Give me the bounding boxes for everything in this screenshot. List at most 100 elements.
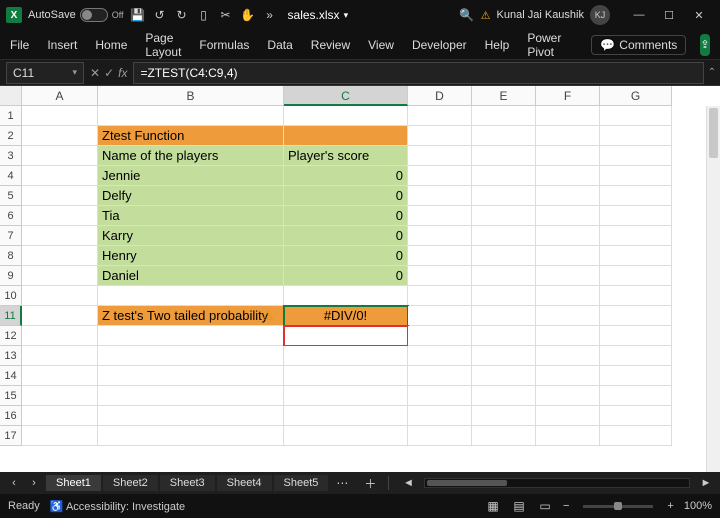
column-header-C[interactable]: C xyxy=(284,86,408,106)
cell-C1[interactable] xyxy=(284,106,408,126)
sheet-tab-sheet3[interactable]: Sheet3 xyxy=(160,475,215,491)
cell-C15[interactable] xyxy=(284,386,408,406)
cell-B2[interactable]: Ztest Function xyxy=(98,126,284,146)
cell-E3[interactable] xyxy=(472,146,536,166)
cell-A6[interactable] xyxy=(22,206,98,226)
ribbon-tab-data[interactable]: Data xyxy=(265,34,294,56)
cell-A4[interactable] xyxy=(22,166,98,186)
cell-D10[interactable] xyxy=(408,286,472,306)
cell-D3[interactable] xyxy=(408,146,472,166)
share-button[interactable]: ⇪ xyxy=(700,34,709,56)
sheet-tab-sheet5[interactable]: Sheet5 xyxy=(274,475,329,491)
cell-G7[interactable] xyxy=(600,226,672,246)
cell-A14[interactable] xyxy=(22,366,98,386)
cell-G2[interactable] xyxy=(600,126,672,146)
cell-B16[interactable] xyxy=(98,406,284,426)
cell-A8[interactable] xyxy=(22,246,98,266)
cell-B10[interactable] xyxy=(98,286,284,306)
cell-G15[interactable] xyxy=(600,386,672,406)
cell-F3[interactable] xyxy=(536,146,600,166)
view-normal-icon[interactable]: ▦ xyxy=(485,498,501,514)
cell-C9[interactable]: 0 xyxy=(284,266,408,286)
ribbon-tab-help[interactable]: Help xyxy=(483,34,512,56)
cell-D17[interactable] xyxy=(408,426,472,446)
column-header-G[interactable]: G xyxy=(600,86,672,106)
row-header-7[interactable]: 7 xyxy=(0,226,22,246)
cell-F5[interactable] xyxy=(536,186,600,206)
zoom-level[interactable]: 100% xyxy=(684,500,712,512)
horizontal-scrollbar[interactable] xyxy=(424,478,690,488)
cell-C16[interactable] xyxy=(284,406,408,426)
cell-E13[interactable] xyxy=(472,346,536,366)
cell-C6[interactable]: 0 xyxy=(284,206,408,226)
cell-D4[interactable] xyxy=(408,166,472,186)
save-icon[interactable]: 💾 xyxy=(130,7,146,23)
row-header-9[interactable]: 9 xyxy=(0,266,22,286)
row-header-15[interactable]: 15 xyxy=(0,386,22,406)
cell-C5[interactable]: 0 xyxy=(284,186,408,206)
cell-D6[interactable] xyxy=(408,206,472,226)
cell-B14[interactable] xyxy=(98,366,284,386)
cell-D5[interactable] xyxy=(408,186,472,206)
row-header-14[interactable]: 14 xyxy=(0,366,22,386)
filename-dropdown[interactable]: sales.xlsx ▾ xyxy=(288,8,349,22)
scrollbar-thumb[interactable] xyxy=(427,480,507,486)
close-button[interactable]: ✕ xyxy=(684,3,714,27)
tabs-more-icon[interactable]: ⋯ xyxy=(328,476,356,490)
cell-C7[interactable]: 0 xyxy=(284,226,408,246)
cell-B1[interactable] xyxy=(98,106,284,126)
cell-B15[interactable] xyxy=(98,386,284,406)
cell-G12[interactable] xyxy=(600,326,672,346)
ribbon-tab-view[interactable]: View xyxy=(366,34,396,56)
sheet-tab-sheet1[interactable]: Sheet1 xyxy=(46,475,101,491)
cell-G10[interactable] xyxy=(600,286,672,306)
column-header-F[interactable]: F xyxy=(536,86,600,106)
select-all-corner[interactable] xyxy=(0,86,22,106)
cell-A16[interactable] xyxy=(22,406,98,426)
cell-F12[interactable] xyxy=(536,326,600,346)
view-pagelayout-icon[interactable]: ▤ xyxy=(511,498,527,514)
cell-G1[interactable] xyxy=(600,106,672,126)
row-header-16[interactable]: 16 xyxy=(0,406,22,426)
cut-icon[interactable]: ✂ xyxy=(218,7,234,23)
cell-A13[interactable] xyxy=(22,346,98,366)
zoom-out-button[interactable]: − xyxy=(563,500,569,512)
ribbon-tab-home[interactable]: Home xyxy=(93,34,129,56)
cell-A12[interactable] xyxy=(22,326,98,346)
cell-E8[interactable] xyxy=(472,246,536,266)
row-header-3[interactable]: 3 xyxy=(0,146,22,166)
cell-F16[interactable] xyxy=(536,406,600,426)
cell-F9[interactable] xyxy=(536,266,600,286)
accept-formula-icon[interactable]: ✓ xyxy=(104,66,114,80)
search-icon[interactable]: 🔍 xyxy=(459,7,475,23)
cell-grid[interactable]: Ztest FunctionName of the playersPlayer'… xyxy=(22,106,706,494)
cell-A17[interactable] xyxy=(22,426,98,446)
row-header-6[interactable]: 6 xyxy=(0,206,22,226)
cell-D15[interactable] xyxy=(408,386,472,406)
ribbon-tab-review[interactable]: Review xyxy=(309,34,352,56)
cell-E17[interactable] xyxy=(472,426,536,446)
cell-G14[interactable] xyxy=(600,366,672,386)
cell-D8[interactable] xyxy=(408,246,472,266)
cell-F17[interactable] xyxy=(536,426,600,446)
user-avatar[interactable]: KJ xyxy=(590,5,610,25)
cell-G4[interactable] xyxy=(600,166,672,186)
cell-E12[interactable] xyxy=(472,326,536,346)
name-box[interactable]: C11 ▾ xyxy=(6,62,84,84)
cell-G5[interactable] xyxy=(600,186,672,206)
scrollbar-thumb[interactable] xyxy=(709,108,718,158)
cell-C10[interactable] xyxy=(284,286,408,306)
cell-A1[interactable] xyxy=(22,106,98,126)
cell-B13[interactable] xyxy=(98,346,284,366)
sheet-tab-sheet4[interactable]: Sheet4 xyxy=(217,475,272,491)
ribbon-tab-page-layout[interactable]: Page Layout xyxy=(143,27,183,63)
row-header-11[interactable]: 11 xyxy=(0,306,22,326)
cell-C2[interactable] xyxy=(284,126,408,146)
cell-G17[interactable] xyxy=(600,426,672,446)
cell-E16[interactable] xyxy=(472,406,536,426)
cell-C11[interactable]: #DIV/0! xyxy=(284,306,408,326)
fx-icon[interactable]: fx xyxy=(118,66,127,80)
cell-D1[interactable] xyxy=(408,106,472,126)
cell-A5[interactable] xyxy=(22,186,98,206)
cell-C17[interactable] xyxy=(284,426,408,446)
